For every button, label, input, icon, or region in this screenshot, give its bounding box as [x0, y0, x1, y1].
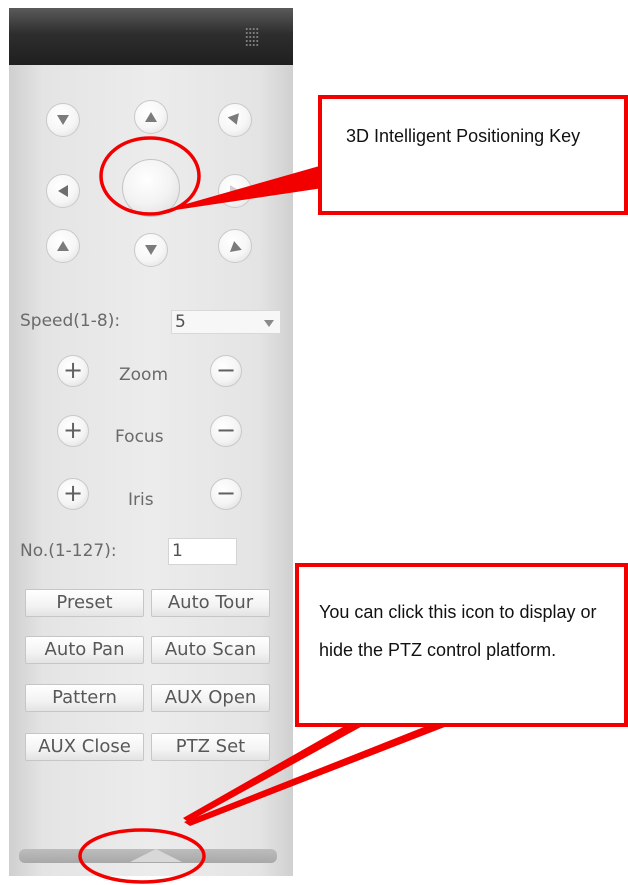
highlight-ellipse-toggle — [78, 828, 206, 884]
callout-leader-ptz-a — [183, 723, 368, 822]
highlight-ellipse-3d — [99, 136, 201, 216]
callout-leader-ptz-b — [184, 723, 455, 826]
callout-positioning-key: 3D Intelligent Positioning Key — [318, 95, 628, 215]
callout-toggle-panel: You can click this icon to display or hi… — [295, 563, 628, 727]
